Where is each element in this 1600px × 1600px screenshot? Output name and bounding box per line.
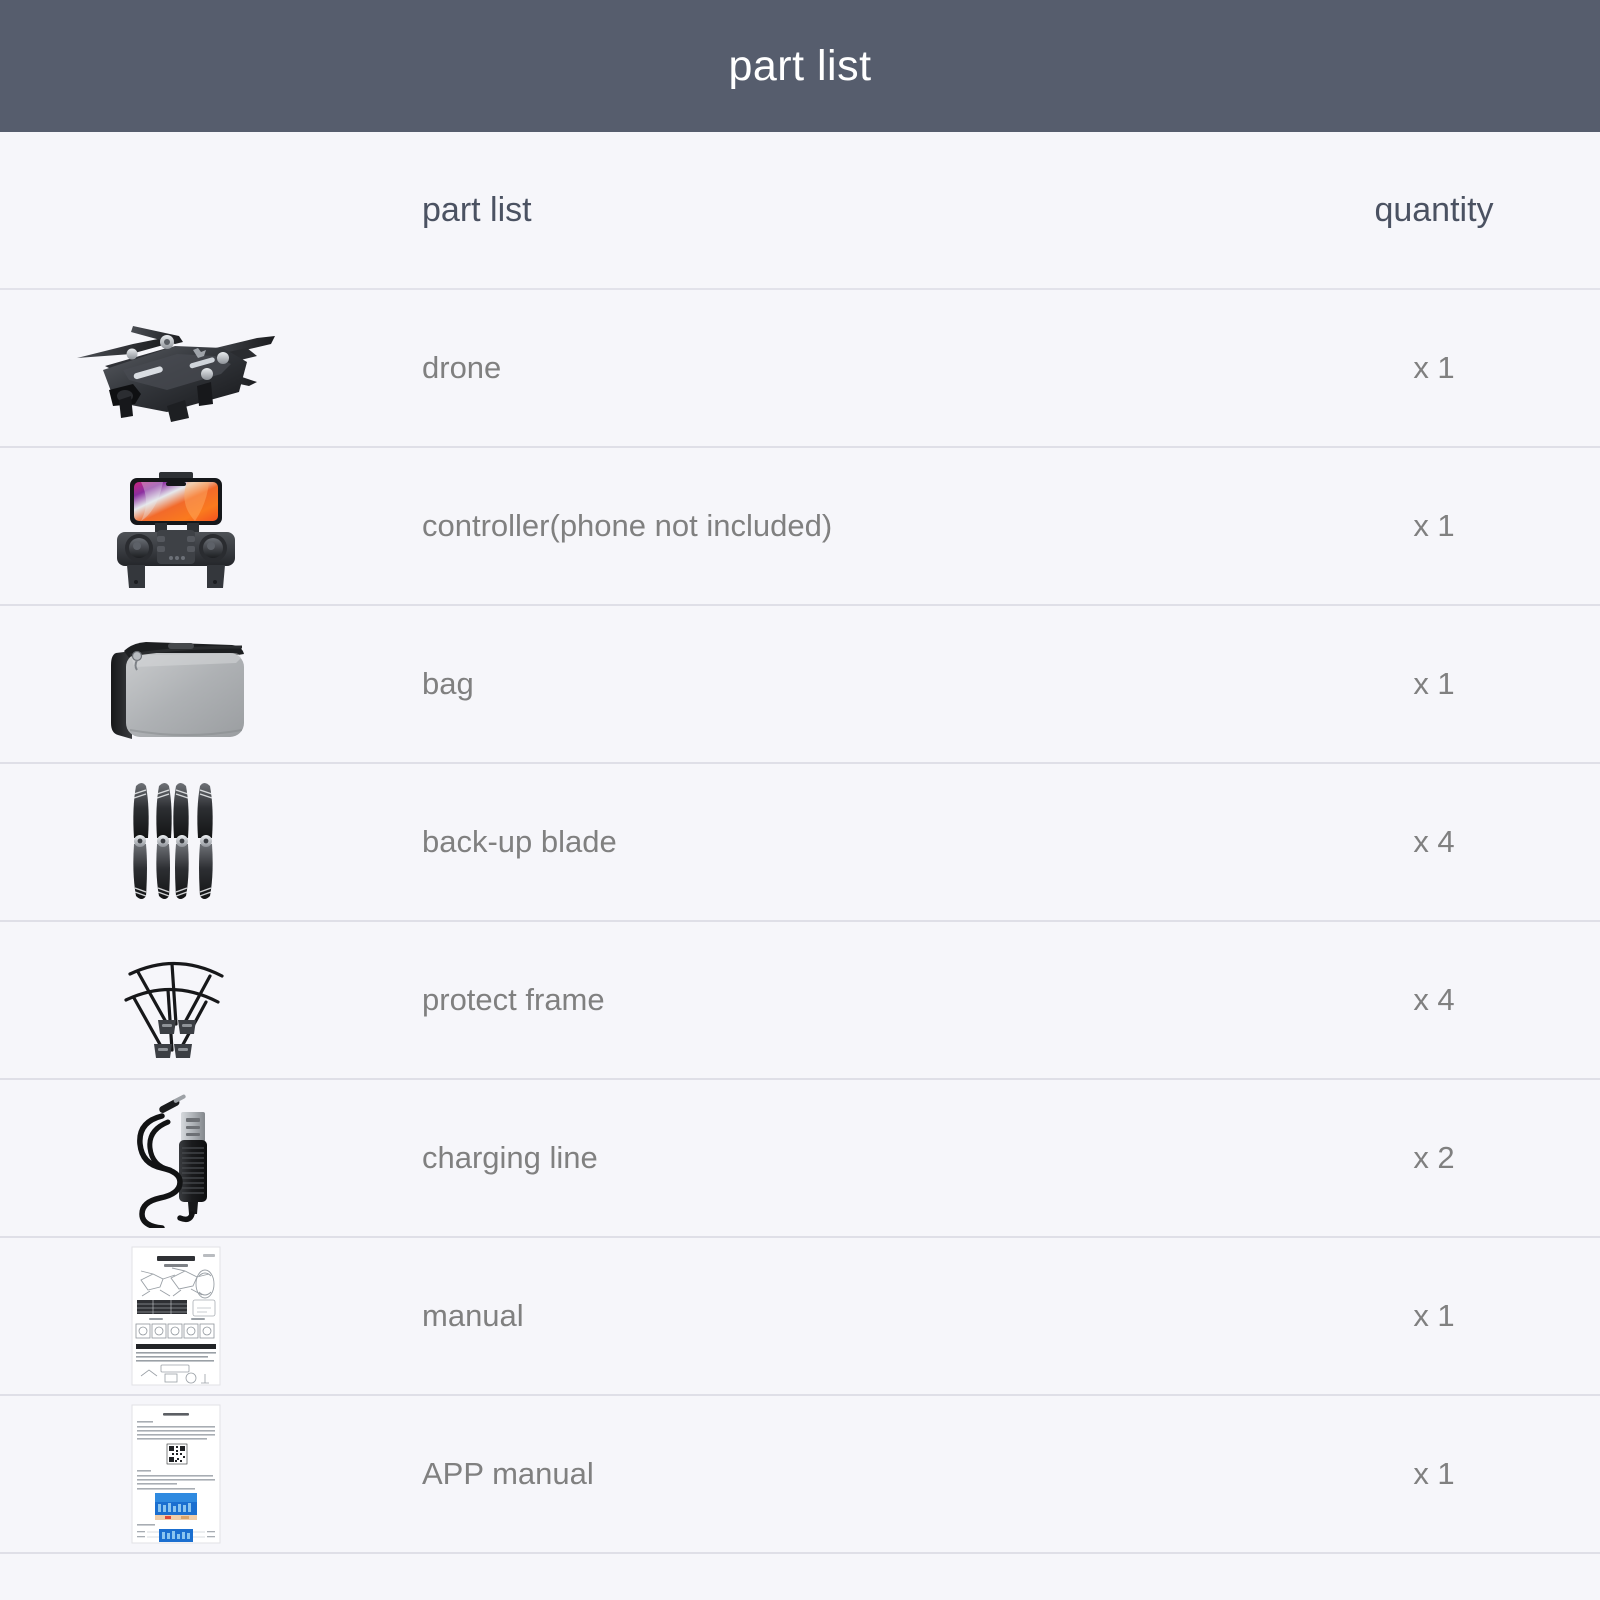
row-quantity: x 1: [1413, 1298, 1455, 1333]
row-quantity: x 2: [1413, 1140, 1455, 1175]
row-quantity: x 4: [1413, 824, 1455, 859]
row-part-name: APP manual: [422, 1456, 594, 1491]
header-image-cell: [0, 132, 352, 288]
manual-photo-icon: [131, 1246, 221, 1386]
backup-blade-photo-icon: [133, 783, 213, 899]
page-title: part list: [728, 41, 872, 90]
row-part-name: back-up blade: [422, 824, 617, 859]
row-quantity: x 1: [1413, 666, 1455, 701]
row-image-cell: [0, 606, 352, 762]
row-image-cell: [0, 922, 352, 1078]
charging-line-photo-icon: [136, 1094, 207, 1228]
part-list-table: part list quantity drone x 1 controller(…: [0, 132, 1600, 1554]
table-row: drone x 1: [0, 290, 1600, 448]
app-manual-photo-icon: [131, 1404, 221, 1544]
row-part-name: controller(phone not included): [422, 508, 833, 543]
row-part-name: charging line: [422, 1140, 598, 1175]
row-part-name: bag: [422, 666, 474, 701]
table-row: APP manual x 1: [0, 1396, 1600, 1554]
table-header-row: part list quantity: [0, 132, 1600, 290]
table-row: charging line x 2: [0, 1080, 1600, 1238]
row-image-cell: [0, 290, 352, 446]
row-part-name: manual: [422, 1298, 524, 1333]
table-row: controller(phone not included) x 1: [0, 448, 1600, 606]
column-header-part-list: part list: [422, 190, 532, 229]
row-image-cell: [0, 1238, 352, 1394]
row-quantity: x 1: [1413, 350, 1455, 385]
row-part-name: drone: [422, 350, 502, 385]
row-quantity: x 1: [1413, 508, 1455, 543]
column-header-quantity: quantity: [1374, 190, 1494, 229]
row-quantity: x 4: [1413, 982, 1455, 1017]
drone-photo-icon: [77, 326, 275, 422]
page-banner: part list: [0, 0, 1600, 132]
row-quantity: x 1: [1413, 1456, 1455, 1491]
bag-photo-icon: [111, 642, 244, 739]
row-image-cell: [0, 1080, 352, 1236]
table-row: bag x 1: [0, 606, 1600, 764]
protect-frame-photo-icon: [123, 961, 224, 1058]
controller-photo-icon: [117, 472, 235, 588]
table-row: back-up blade x 4: [0, 764, 1600, 922]
table-row: protect frame x 4: [0, 922, 1600, 1080]
table-row: manual x 1: [0, 1238, 1600, 1396]
row-image-cell: [0, 448, 352, 604]
row-image-cell: [0, 764, 352, 920]
row-image-cell: [0, 1396, 352, 1552]
row-part-name: protect frame: [422, 982, 605, 1017]
